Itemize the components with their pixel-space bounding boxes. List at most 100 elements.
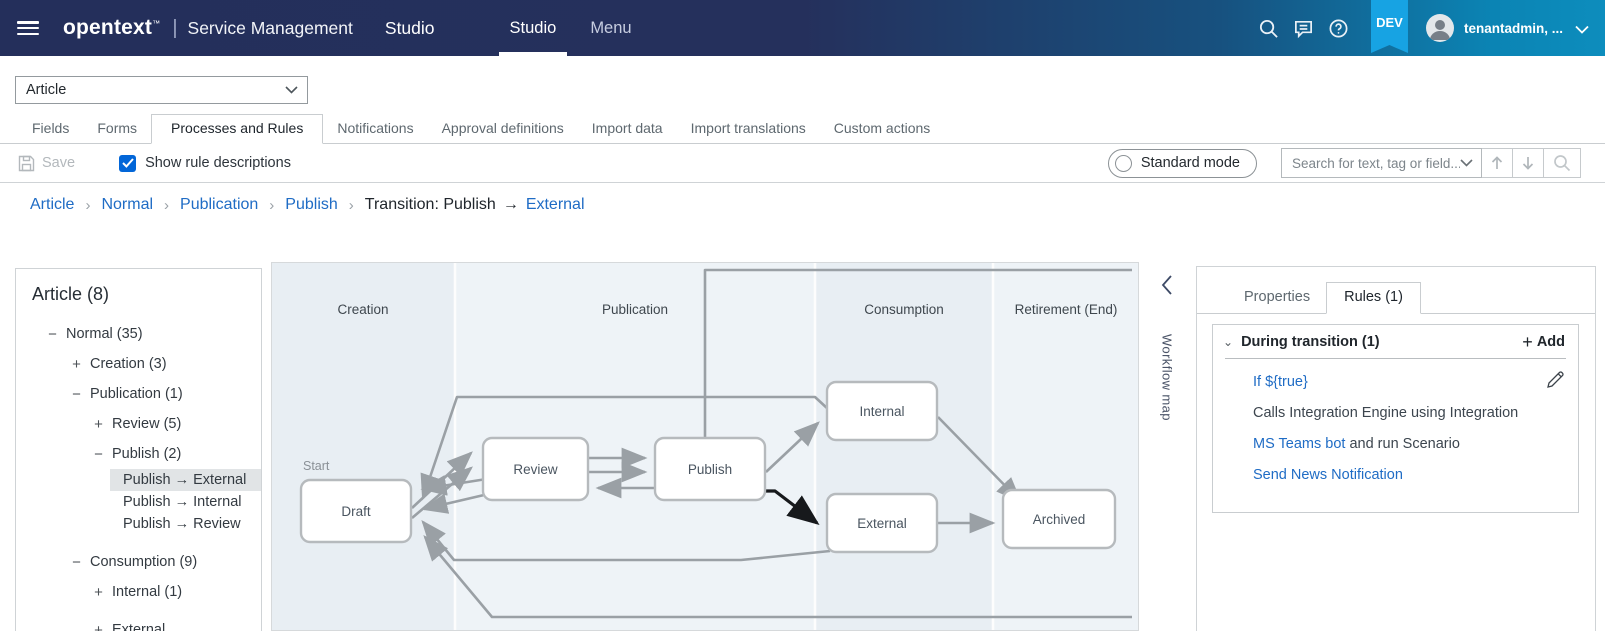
tree-node[interactable]: + Review (5) — [32, 409, 261, 439]
tab-approval-definitions[interactable]: Approval definitions — [428, 115, 578, 143]
breadcrumb: Article › Normal › Publication › Publish › Tran… — [0, 183, 1605, 227]
tab-forms[interactable]: Forms — [83, 115, 151, 143]
breadcrumb-target-link[interactable]: External — [526, 196, 585, 214]
collapse-chevron-icon[interactable] — [1160, 274, 1174, 296]
breadcrumb-separator: › — [164, 196, 170, 214]
tree-node-label: Normal (35) — [66, 326, 143, 342]
node-label: Draft — [341, 504, 371, 519]
tree-transition[interactable]: Publish → Internal — [110, 491, 261, 513]
workflow-node-external[interactable]: External — [825, 492, 939, 554]
workflow-tree-panel: Article (8) − Normal (35) + Creation (3) − Pu… — [15, 268, 262, 631]
tab-fields[interactable]: Fields — [18, 115, 83, 143]
panel-tab-rules-1-[interactable]: Rules (1) — [1326, 282, 1421, 314]
tree-node[interactable]: − Normal (35) — [32, 319, 261, 349]
chevron-down-icon — [285, 86, 298, 94]
workflow-node-archived[interactable]: Archived — [1001, 488, 1117, 550]
search-go-button[interactable] — [1544, 148, 1581, 178]
expand-plus-icon[interactable]: + — [91, 416, 106, 433]
rules-group-card: ⌄ During transition (1) + Add If ${true}… — [1212, 324, 1579, 513]
tree-transition[interactable]: Publish → External — [110, 469, 261, 491]
expand-plus-icon[interactable]: + — [91, 622, 106, 631]
top-nav-tab-menu[interactable]: Menu — [573, 0, 648, 56]
chevron-down-icon[interactable]: ⌄ — [1223, 335, 1233, 349]
edit-rule-pencil-icon[interactable] — [1545, 370, 1565, 390]
magnifier-icon — [1554, 155, 1571, 172]
tree-node-label: External — [112, 622, 166, 631]
breadcrumb-separator: › — [85, 196, 91, 214]
search-icon[interactable] — [1258, 18, 1279, 39]
workflow-map-canvas[interactable]: Creation Publication Consumption Retirement… — [271, 262, 1139, 631]
workflow-node-publish[interactable]: Publish — [653, 436, 767, 502]
hamburger-menu-icon[interactable] — [17, 21, 39, 35]
tree-node-label: Consumption (9) — [90, 554, 198, 570]
rule-link-ms-teams-bot[interactable]: MS Teams bot — [1253, 436, 1345, 452]
chevron-down-icon[interactable] — [1460, 159, 1473, 167]
record-type-select[interactable]: Article — [15, 76, 308, 104]
save-button[interactable]: Save — [18, 155, 75, 172]
breadcrumb-link-article[interactable]: Article — [30, 196, 74, 214]
arrow-up-icon — [1491, 156, 1503, 169]
lane-label: Retirement (End) — [1015, 302, 1118, 317]
details-panel-tabs: Properties Rules (1) — [1197, 267, 1595, 314]
plus-icon: + — [1522, 332, 1533, 352]
module-tabs: Fields Forms Processes and Rules Notificati… — [0, 114, 1605, 144]
breadcrumb-current: Transition: Publish — [364, 196, 496, 213]
collapse-minus-icon[interactable]: − — [91, 446, 106, 463]
breadcrumb-separator: › — [348, 196, 354, 214]
search-next-button[interactable] — [1513, 148, 1544, 178]
workflow-node-draft[interactable]: Draft — [299, 478, 413, 544]
rule-search-input[interactable]: Search for text, tag or field... — [1281, 148, 1482, 178]
rule-text-line2: MS Teams bot and run Scenario — [1253, 436, 1460, 452]
panel-tab-properties[interactable]: Properties — [1228, 283, 1326, 313]
workflow-node-internal[interactable]: Internal — [825, 380, 939, 442]
tree-node[interactable]: + External — [32, 615, 261, 631]
lane-label: Publication — [602, 302, 668, 317]
topbar-actions: DEV tenantadmin, ... — [1258, 0, 1605, 56]
tab-notifications[interactable]: Notifications — [323, 115, 427, 143]
node-label: Archived — [1033, 512, 1086, 527]
environment-badge[interactable]: DEV — [1370, 0, 1408, 53]
tab-import-translations[interactable]: Import translations — [677, 115, 820, 143]
chevron-down-icon[interactable] — [1575, 25, 1589, 34]
tree-node[interactable]: + Internal (1) — [32, 577, 261, 607]
workflow-map-strip-label[interactable]: Workflow map — [1160, 334, 1175, 421]
workflow-node-review[interactable]: Review — [481, 436, 590, 502]
tab-import-data[interactable]: Import data — [578, 115, 677, 143]
expand-plus-icon[interactable]: + — [69, 356, 84, 373]
collapse-minus-icon[interactable]: − — [69, 386, 84, 403]
breadcrumb-link-publication[interactable]: Publication — [180, 196, 258, 214]
user-menu-label[interactable]: tenantadmin, ... — [1464, 21, 1563, 36]
standard-mode-toggle[interactable]: Standard mode — [1107, 148, 1257, 178]
tree-transition[interactable]: Publish → Review — [110, 513, 261, 535]
start-label: Start — [303, 459, 330, 473]
search-prev-button[interactable] — [1482, 148, 1513, 178]
avatar[interactable] — [1425, 14, 1454, 42]
rule-link-send-news-notification[interactable]: Send News Notification — [1253, 465, 1532, 485]
breadcrumb-link-normal[interactable]: Normal — [101, 196, 153, 214]
breadcrumb-separator: › — [269, 196, 275, 214]
top-nav-tab-studio[interactable]: Studio — [493, 0, 574, 56]
collapse-minus-icon[interactable]: − — [69, 554, 84, 571]
tree-node[interactable]: − Consumption (9) — [32, 547, 261, 577]
tree-node-label: Internal (1) — [112, 584, 183, 600]
add-rule-button[interactable]: + Add — [1522, 332, 1565, 352]
tree-node[interactable]: − Publish (2) — [32, 439, 261, 469]
collapse-minus-icon[interactable]: − — [45, 326, 60, 343]
expand-plus-icon[interactable]: + — [91, 584, 106, 601]
rule-condition-link[interactable]: If ${true} — [1253, 372, 1532, 392]
tree-node[interactable]: + Creation (3) — [32, 349, 261, 379]
breadcrumb-link-publish[interactable]: Publish — [285, 196, 337, 214]
tab-processes-and-rules[interactable]: Processes and Rules — [151, 114, 324, 144]
trademark-symbol: ™ — [152, 19, 161, 28]
rule-description: If ${true} Calls Integration Engine usin… — [1213, 359, 1578, 512]
standard-mode-label: Standard mode — [1140, 155, 1240, 171]
help-icon[interactable] — [1328, 18, 1349, 39]
breadcrumb-links: Article › Normal › Publication › Publish › — [30, 196, 365, 214]
show-rule-descriptions-checkbox[interactable] — [119, 154, 137, 172]
tree-node-label: Publish (2) — [112, 446, 182, 462]
tab-custom-actions[interactable]: Custom actions — [820, 115, 944, 143]
feedback-icon[interactable] — [1293, 18, 1314, 39]
node-label: Review — [513, 462, 558, 477]
rules-group-header: ⌄ During transition (1) + Add — [1213, 325, 1578, 358]
tree-node[interactable]: − Publication (1) — [32, 379, 261, 409]
